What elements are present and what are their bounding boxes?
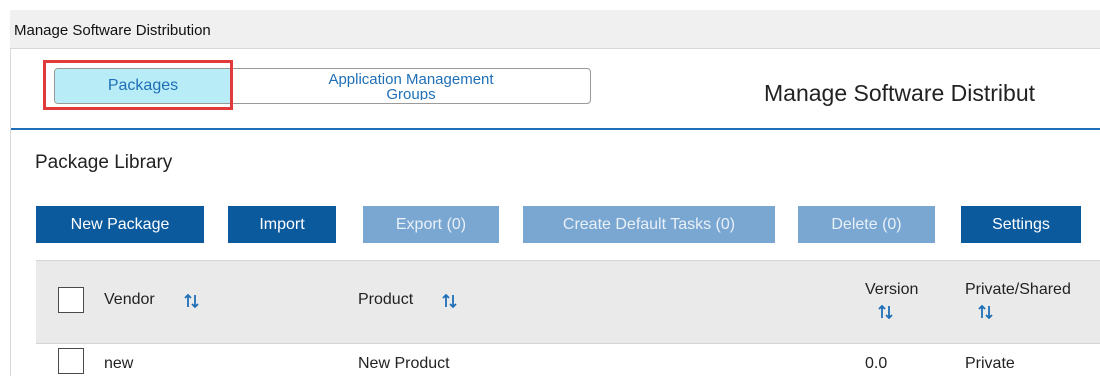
cell-product: New Product <box>358 355 450 372</box>
header-divider <box>11 128 1100 130</box>
select-all-checkbox[interactable] <box>58 287 84 313</box>
left-border <box>10 48 11 376</box>
import-button[interactable]: Import <box>228 206 336 243</box>
sort-arrows-icon[interactable] <box>878 305 894 319</box>
row-checkbox[interactable] <box>58 348 84 374</box>
settings-button[interactable]: Settings <box>961 206 1081 243</box>
window-title: Manage Software Distribution <box>14 22 211 39</box>
sort-arrows-icon[interactable] <box>978 305 994 319</box>
tab-packages[interactable]: Packages <box>55 69 232 103</box>
export-button[interactable]: Export (0) <box>363 206 499 243</box>
column-header-private-shared[interactable]: Private/Shared <box>965 281 1071 299</box>
tab-application-management-groups[interactable]: Application Management Groups <box>232 69 590 103</box>
tab-label-line2: Groups <box>386 87 436 100</box>
sort-arrows-icon[interactable] <box>442 294 458 308</box>
cell-private-shared: Private <box>965 355 1015 372</box>
page-title: Manage Software Distribut <box>764 80 1036 106</box>
tab-label-line1: Application Management <box>328 71 494 88</box>
cell-version: 0.0 <box>865 355 888 372</box>
column-header-version[interactable]: Version <box>865 281 918 299</box>
column-header-vendor[interactable]: Vendor <box>104 291 155 309</box>
new-package-button[interactable]: New Package <box>36 206 204 243</box>
app-window: Manage Software Distribution Packages Ap… <box>0 0 1100 376</box>
sort-arrows-icon[interactable] <box>184 294 200 308</box>
section-title: Package Library <box>35 152 173 173</box>
view-tabs: Packages Application Management Groups <box>54 68 591 104</box>
cell-vendor: new <box>104 355 134 372</box>
create-default-tasks-button[interactable]: Create Default Tasks (0) <box>523 206 775 243</box>
delete-button[interactable]: Delete (0) <box>798 206 935 243</box>
table-header: Vendor Product Version Private/Shared <box>36 260 1100 344</box>
title-bar: Manage Software Distribution <box>10 10 1100 49</box>
column-header-product[interactable]: Product <box>358 291 413 309</box>
